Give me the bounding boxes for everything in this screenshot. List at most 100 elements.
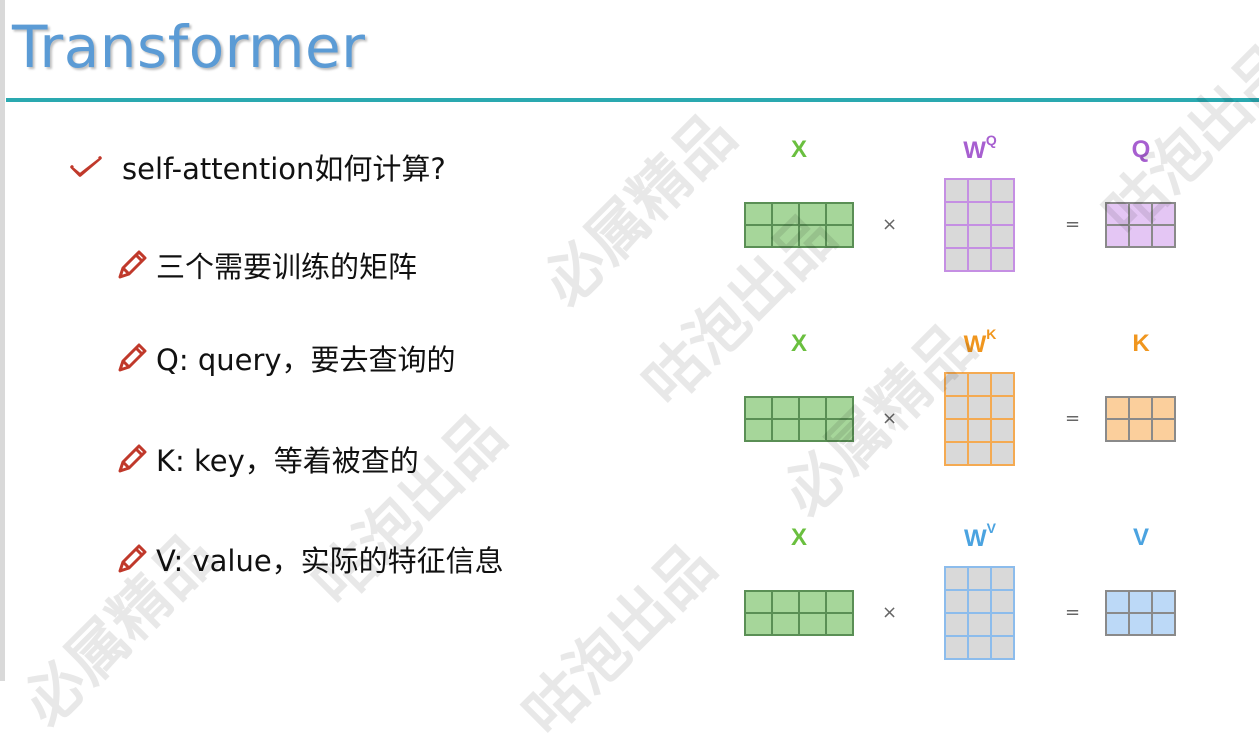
matrix-cell <box>745 203 772 225</box>
sub-bullet-3: K: key，等着被查的 <box>114 438 419 480</box>
sub-bullet-text: K: key，等着被查的 <box>156 444 419 478</box>
matrix-cell <box>1129 225 1152 247</box>
matrix-cell <box>968 442 991 465</box>
page-title: Transformer <box>12 13 366 81</box>
main-bullet-text: self-attention如何计算? <box>122 152 446 186</box>
weight-symbol: W <box>963 137 986 164</box>
watermark-text: 咕泡出品 <box>299 400 520 620</box>
matrix-cell <box>799 203 826 225</box>
sub-bullet-2: Q: query，要去查询的 <box>114 337 456 379</box>
weight-symbol: W <box>964 525 987 552</box>
matrix-cell <box>826 397 853 419</box>
matrix-cell <box>991 567 1014 590</box>
multiply-sign: × <box>882 214 898 235</box>
matrix-cell <box>991 248 1014 271</box>
matrix-cell <box>1129 613 1152 635</box>
matrix-cell <box>968 590 991 613</box>
matrix-cell <box>799 613 826 635</box>
input-matrix <box>744 202 854 248</box>
matrix-cell <box>1129 397 1152 419</box>
input-matrix-label: X <box>790 330 807 357</box>
matrix-cell <box>1152 225 1175 247</box>
matrix-cell <box>1152 397 1175 419</box>
matrix-cell <box>991 442 1014 465</box>
left-edge-rule <box>0 0 5 681</box>
matrix-cell <box>1152 419 1175 441</box>
matrix-cell <box>991 590 1014 613</box>
weight-superscript: K <box>986 326 997 342</box>
weight-matrix-label: WK <box>950 326 1010 359</box>
matrix-cell <box>1106 613 1129 635</box>
matrix-cell <box>799 225 826 247</box>
weight-symbol: W <box>963 331 987 358</box>
matrix-cell <box>968 636 991 659</box>
weight-matrix <box>944 372 1015 466</box>
matrix-cell <box>1129 591 1152 613</box>
matrix-cell <box>945 179 968 202</box>
weight-matrix-label: WQ <box>950 132 1010 165</box>
matrix-cell <box>772 419 799 441</box>
matrix-cell <box>745 397 772 419</box>
matrix-cell <box>968 613 991 636</box>
output-matrix <box>1105 202 1176 248</box>
matrix-cell <box>968 396 991 419</box>
matrix-cell <box>1129 203 1152 225</box>
matrix-cell <box>945 442 968 465</box>
sub-bullet-text: V: value，实际的特征信息 <box>156 544 504 578</box>
matrix-cell <box>945 590 968 613</box>
output-matrix-label: V <box>1132 524 1149 551</box>
matrix-cell <box>826 203 853 225</box>
matrix-cell <box>799 591 826 613</box>
sub-bullet-4: V: value，实际的特征信息 <box>114 538 504 580</box>
input-matrix-label: X <box>790 524 807 551</box>
weight-matrix <box>944 566 1015 660</box>
matrix-cell <box>968 225 991 248</box>
main-bullet: self-attention如何计算? <box>68 146 446 188</box>
matrix-cell <box>991 613 1014 636</box>
matrix-cell <box>945 613 968 636</box>
weight-matrix <box>944 178 1015 272</box>
matrix-cell <box>991 419 1014 442</box>
matrix-cell <box>945 225 968 248</box>
pencil-icon <box>114 541 150 577</box>
input-matrix-label: X <box>790 136 807 163</box>
matrix-cell <box>945 396 968 419</box>
matrix-cell <box>991 179 1014 202</box>
matrix-cell <box>1106 591 1129 613</box>
multiply-sign: × <box>882 602 898 623</box>
matrix-cell <box>968 373 991 396</box>
matrix-cell <box>945 248 968 271</box>
matrix-cell <box>826 591 853 613</box>
watermark-text: 必属精品 <box>529 100 750 320</box>
input-matrix <box>744 590 854 636</box>
equals-sign: = <box>1065 602 1081 623</box>
matrix-cell <box>745 613 772 635</box>
watermark-text: 咕泡出品 <box>509 530 730 750</box>
matrix-cell <box>968 567 991 590</box>
matrix-cell <box>772 613 799 635</box>
matrix-cell <box>1106 397 1129 419</box>
title-divider <box>6 98 1259 102</box>
matrix-cell <box>745 419 772 441</box>
matrix-cell <box>1152 613 1175 635</box>
equals-sign: = <box>1065 408 1081 429</box>
matrix-cell <box>968 419 991 442</box>
multiply-sign: × <box>882 408 898 429</box>
matrix-cell <box>991 636 1014 659</box>
matrix-cell <box>945 636 968 659</box>
matrix-cell <box>945 202 968 225</box>
matrix-cell <box>1106 225 1129 247</box>
matrix-cell <box>772 591 799 613</box>
pencil-icon <box>114 247 150 283</box>
output-matrix <box>1105 590 1176 636</box>
sub-bullet-text: Q: query，要去查询的 <box>156 343 456 377</box>
equals-sign: = <box>1065 214 1081 235</box>
matrix-cell <box>772 203 799 225</box>
matrix-cell <box>745 225 772 247</box>
input-matrix <box>744 396 854 442</box>
matrix-cell <box>745 591 772 613</box>
matrix-cell <box>826 613 853 635</box>
weight-superscript: Q <box>985 132 997 148</box>
matrix-cell <box>1129 419 1152 441</box>
matrix-cell <box>945 419 968 442</box>
